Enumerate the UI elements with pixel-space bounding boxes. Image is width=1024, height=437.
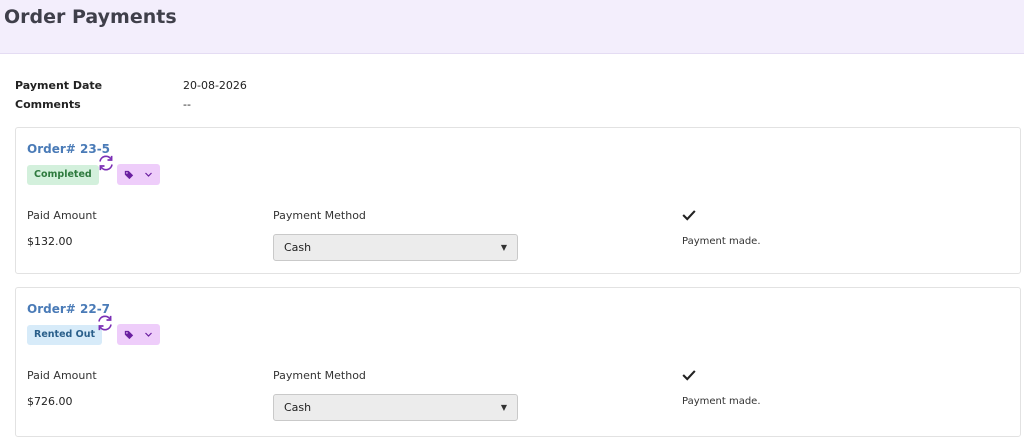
order-card: Order# 22-7 Rented Out Paid Amount $726.… — [15, 287, 1021, 437]
sync-icon[interactable] — [97, 154, 115, 172]
payment-method-label: Payment Method — [273, 209, 366, 222]
paid-amount-label: Paid Amount — [27, 209, 97, 222]
sync-icon[interactable] — [96, 314, 114, 332]
caret-down-icon: ▼ — [500, 243, 507, 252]
paid-amount-label: Paid Amount — [27, 369, 97, 382]
payment-method-value: Cash — [284, 401, 312, 414]
order-card: Order# 23-5 Completed Paid Amount $132.0… — [15, 127, 1021, 274]
tag-dropdown-button[interactable] — [117, 324, 160, 345]
page-title: Order Payments — [4, 5, 177, 28]
tag-icon — [124, 170, 134, 179]
check-icon — [682, 370, 696, 381]
payment-method-select[interactable]: Cash ▼ — [273, 394, 518, 421]
comments-label: Comments — [15, 98, 81, 111]
payment-method-label: Payment Method — [273, 369, 366, 382]
payment-status-text: Payment made. — [682, 236, 761, 247]
payment-date-label: Payment Date — [15, 79, 103, 92]
page-header: Order Payments — [0, 0, 1024, 54]
payment-date-value: 20-08-2026 — [183, 79, 247, 92]
tag-dropdown-button[interactable] — [117, 164, 160, 185]
payment-method-value: Cash — [284, 241, 312, 254]
tag-icon — [124, 330, 134, 339]
payment-status-text: Payment made. — [682, 396, 761, 407]
status-badge: Rented Out — [27, 325, 102, 345]
paid-amount-value: $132.00 — [27, 235, 73, 248]
chevron-down-icon — [145, 332, 152, 337]
paid-amount-value: $726.00 — [27, 395, 73, 408]
comments-value: -- — [183, 98, 191, 111]
caret-down-icon: ▼ — [500, 403, 507, 412]
status-badge: Completed — [27, 165, 99, 185]
check-icon — [682, 210, 696, 221]
chevron-down-icon — [145, 172, 152, 177]
payment-method-select[interactable]: Cash ▼ — [273, 234, 518, 261]
